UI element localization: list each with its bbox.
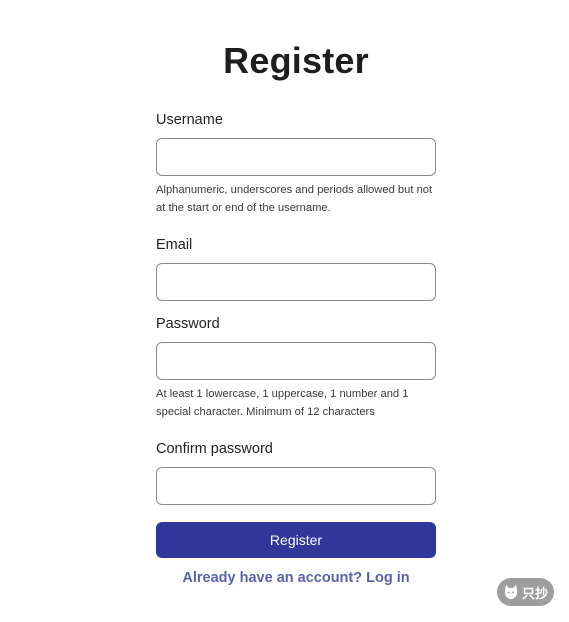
- login-link[interactable]: Already have an account? Log in: [156, 570, 436, 586]
- username-hint: Alphanumeric, underscores and periods al…: [156, 184, 433, 214]
- watermark-badge: 只抄: [497, 578, 554, 606]
- email-group: Email: [156, 235, 436, 301]
- register-page: Register Username Alphanumeric, undersco…: [0, 0, 569, 622]
- register-button[interactable]: Register: [156, 522, 436, 558]
- confirm-password-input[interactable]: [156, 467, 436, 505]
- confirm-password-group: Confirm password: [156, 439, 436, 505]
- badge-text: 只抄: [521, 586, 548, 602]
- password-group: Password At least 1 lowercase, 1 upperca…: [156, 314, 436, 421]
- email-label: Email: [156, 237, 193, 253]
- register-form: Username Alphanumeric, underscores and p…: [156, 110, 436, 586]
- username-input[interactable]: [156, 138, 436, 176]
- email-input[interactable]: [156, 263, 436, 301]
- page-title: Register: [223, 40, 369, 81]
- username-group: Username Alphanumeric, underscores and p…: [156, 110, 436, 217]
- cat-icon: [503, 584, 519, 600]
- username-label: Username: [156, 112, 223, 128]
- password-label: Password: [156, 316, 220, 332]
- password-hint: At least 1 lowercase, 1 uppercase, 1 num…: [156, 388, 409, 418]
- password-input[interactable]: [156, 342, 436, 380]
- confirm-password-label: Confirm password: [156, 441, 273, 457]
